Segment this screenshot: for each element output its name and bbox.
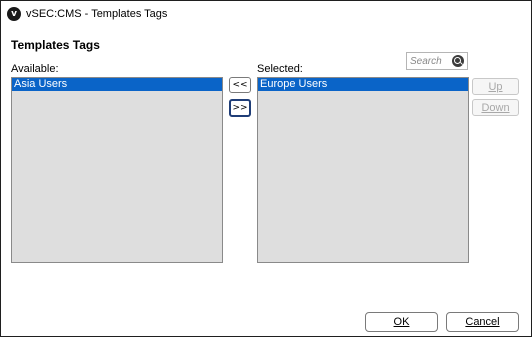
page-title: Templates Tags xyxy=(11,38,100,52)
available-list[interactable]: Asia Users xyxy=(11,77,223,263)
search-icon[interactable] xyxy=(452,55,464,67)
cancel-button-label: Cancel xyxy=(465,316,500,328)
down-button-label: Down xyxy=(481,101,510,114)
title-bar: v vSEC:CMS - Templates Tags xyxy=(1,1,531,27)
add-button[interactable]: >> xyxy=(229,99,251,117)
down-button[interactable]: Down xyxy=(472,99,519,116)
selected-list-item[interactable]: Europe Users xyxy=(258,78,468,91)
up-button[interactable]: Up xyxy=(472,78,519,95)
selected-label: Selected: xyxy=(257,63,303,75)
available-list-item[interactable]: Asia Users xyxy=(12,78,222,91)
selected-list[interactable]: Europe Users xyxy=(257,77,469,263)
remove-button[interactable]: << xyxy=(229,77,251,93)
search-input[interactable] xyxy=(410,54,454,68)
window-title: vSEC:CMS - Templates Tags xyxy=(26,8,168,20)
search-box[interactable] xyxy=(406,52,468,70)
ok-button[interactable]: OK xyxy=(365,312,438,332)
up-button-label: Up xyxy=(488,80,503,93)
ok-button-label: OK xyxy=(393,316,410,328)
dialog-window: v vSEC:CMS - Templates Tags Templates Ta… xyxy=(0,0,532,337)
app-logo-icon: v xyxy=(7,7,21,21)
available-label: Available: xyxy=(11,63,59,75)
cancel-button[interactable]: Cancel xyxy=(446,312,519,332)
